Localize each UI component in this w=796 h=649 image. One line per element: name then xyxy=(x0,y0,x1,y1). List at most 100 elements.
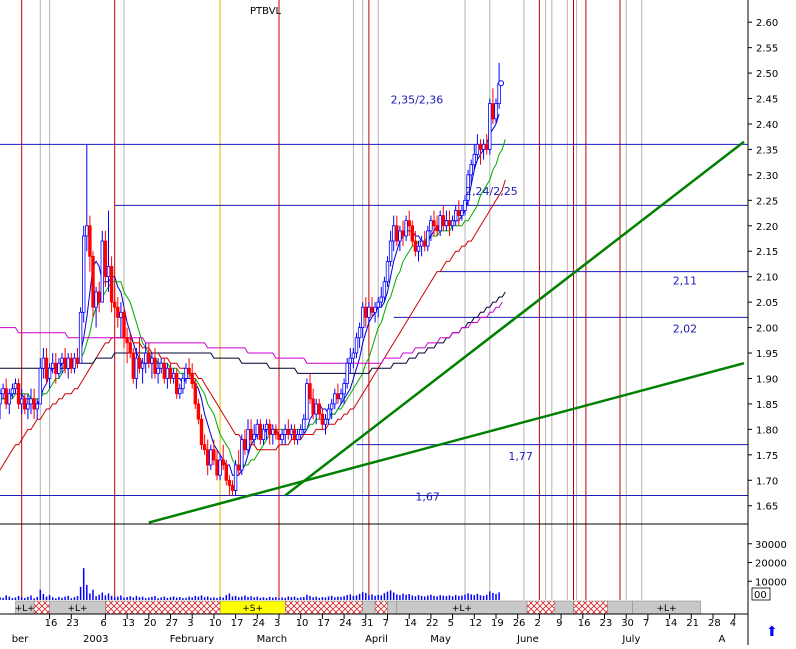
candle-body xyxy=(317,403,321,415)
candle-body xyxy=(26,403,30,410)
candle-body xyxy=(478,143,483,150)
candle-body xyxy=(438,215,442,232)
candle-body xyxy=(271,428,275,435)
candle-body xyxy=(463,199,467,211)
candle-body xyxy=(44,357,49,379)
candle-body xyxy=(106,266,111,278)
candle-body xyxy=(494,103,498,120)
candle-body xyxy=(280,434,284,440)
candle-body xyxy=(422,240,427,247)
candle-body xyxy=(258,423,263,440)
candle-body xyxy=(224,464,228,481)
candle-body xyxy=(29,398,33,405)
candle-body xyxy=(320,413,325,425)
price-tick-label: 2.10 xyxy=(756,273,778,284)
candle-body xyxy=(51,362,55,369)
candle-body xyxy=(209,449,213,466)
date-tick-label: 23 xyxy=(600,618,613,629)
candle-body xyxy=(140,362,145,369)
price-tick-label: 2.55 xyxy=(756,44,778,55)
candle-body xyxy=(364,306,368,318)
signal-band-label: +L+ xyxy=(15,604,35,614)
candle-body xyxy=(447,220,452,227)
candle-body xyxy=(283,428,287,435)
candle-body xyxy=(54,362,58,374)
candle-body xyxy=(348,357,352,364)
candle-body xyxy=(165,367,170,379)
candle-body xyxy=(100,240,104,303)
date-tick-label: 10 xyxy=(296,618,309,629)
candle-body xyxy=(19,398,24,405)
candle-body xyxy=(419,240,424,247)
month-label: July xyxy=(621,634,640,645)
date-tick-label: 10 xyxy=(209,618,222,629)
candle-body xyxy=(342,383,346,395)
candle-body xyxy=(221,459,225,466)
date-tick-label: 5 xyxy=(448,618,454,629)
candle-body xyxy=(255,423,259,435)
candle-body xyxy=(32,398,36,410)
candle-body xyxy=(398,230,402,242)
month-label: 2003 xyxy=(83,634,108,645)
candle-body xyxy=(78,311,83,364)
candle-body xyxy=(264,423,269,430)
date-tick-label: 19 xyxy=(491,618,504,629)
candle-body xyxy=(38,367,42,405)
price-tick-label: 1.80 xyxy=(756,425,778,436)
candle-body xyxy=(125,337,129,344)
candle-body xyxy=(23,398,27,410)
price-tick-label: 2.05 xyxy=(756,298,778,309)
candle-body xyxy=(391,225,396,242)
candle-body xyxy=(472,154,476,166)
candle-body xyxy=(97,291,101,303)
candle-body xyxy=(4,388,8,405)
candle-body xyxy=(116,306,120,318)
date-tick-label: 17 xyxy=(317,618,330,629)
candle-body xyxy=(357,327,362,339)
level-label: 2,11 xyxy=(673,274,698,287)
candle-body xyxy=(122,311,126,339)
candle-body xyxy=(66,357,70,369)
volume-zero-label: 00 xyxy=(754,590,767,601)
candle-body xyxy=(395,225,399,242)
signal-band-label: +S+ xyxy=(242,604,263,614)
candle-body xyxy=(153,357,157,374)
volume-tick-label: 20000 xyxy=(755,559,787,570)
candle-body xyxy=(227,479,232,486)
candle-body xyxy=(289,428,294,435)
price-tick-label: 1.70 xyxy=(756,476,778,487)
date-tick-label: 26 xyxy=(513,618,526,629)
candle-body xyxy=(162,362,166,379)
date-tick-label: 7 xyxy=(643,618,649,629)
price-tick-label: 2.35 xyxy=(756,145,778,156)
date-tick-label: 12 xyxy=(469,618,482,629)
candle-body xyxy=(432,220,436,227)
price-chart-svg: 2,35/2,362,24/2,252,112,021,771,67 +L+ +L… xyxy=(0,0,796,645)
month-label: April xyxy=(365,634,388,645)
date-tick-label: 24 xyxy=(252,618,265,629)
last-close-marker xyxy=(498,80,505,87)
candle-body xyxy=(88,225,92,257)
candle-body xyxy=(243,439,247,451)
candle-body xyxy=(302,418,306,430)
candle-body xyxy=(388,240,393,262)
candle-body xyxy=(193,383,197,405)
candle-body xyxy=(441,215,445,227)
signal-band-H xyxy=(105,600,221,615)
candle-body xyxy=(63,357,67,369)
date-tick-label: 16 xyxy=(45,618,58,629)
price-tick-label: 2.40 xyxy=(756,120,778,131)
scroll-up-arrow-icon[interactable]: ⬆ xyxy=(766,624,778,640)
candle-body xyxy=(426,230,430,247)
level-label: 1,77 xyxy=(508,450,533,463)
date-tick-label: 21 xyxy=(686,618,699,629)
price-tick-label: 2.50 xyxy=(756,69,778,80)
candle-body xyxy=(156,367,160,374)
month-label: February xyxy=(170,634,214,645)
candle-body xyxy=(41,357,46,369)
candle-body xyxy=(379,296,383,303)
signal-bands: +L+ +L+ +S+ +L+ +L+ xyxy=(15,600,701,615)
candle-body xyxy=(171,372,176,379)
signal-band-label: +L+ xyxy=(452,604,472,614)
candle-body xyxy=(174,372,179,395)
